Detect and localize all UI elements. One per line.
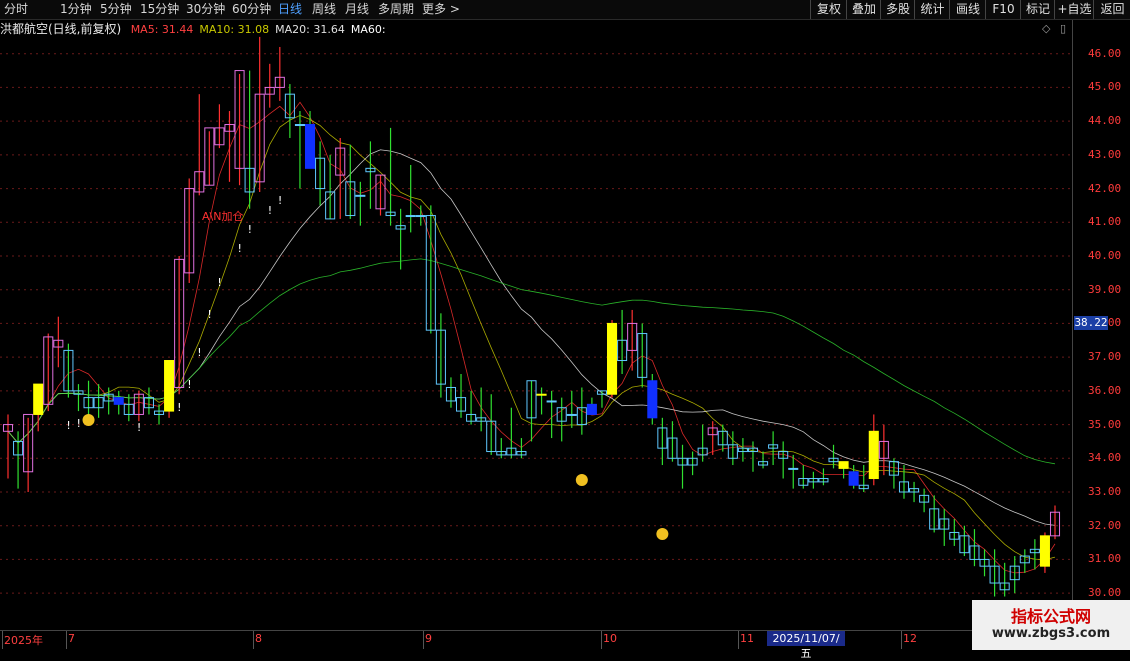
axis-divider xyxy=(1072,20,1073,630)
watermark: 指标公式网 www.zbgs3.com xyxy=(972,600,1130,650)
price-tick-label: 33.00 xyxy=(1088,485,1122,498)
signal-marker: ! xyxy=(268,204,272,217)
period-tab-3[interactable]: 15分钟 xyxy=(140,1,179,18)
period-tab-10[interactable]: 更多 > xyxy=(422,1,460,18)
candle-body xyxy=(838,461,849,469)
price-tick-label: 40.00 xyxy=(1088,249,1122,262)
candle-body xyxy=(294,124,305,127)
toolbar-button-4[interactable]: 画线 xyxy=(949,0,986,19)
period-tab-4[interactable]: 30分钟 xyxy=(186,1,225,18)
period-tab-7[interactable]: 周线 xyxy=(312,1,336,18)
price-tick-label: 37.00 xyxy=(1088,350,1122,364)
time-tick-label: 12 xyxy=(903,632,917,645)
ma-line-5 xyxy=(7,101,1056,574)
period-toolbar: 分时 1分钟 5分钟 15分钟 30分钟 60分钟 日线 周线 月线 多周期 更多 > 复权 叠加 多股统… xyxy=(0,0,1130,20)
price-tick-label: 34.00 xyxy=(1088,451,1122,465)
candlestick-chart: !! !!!!!!!!!! A\N加仓 xyxy=(0,36,1072,597)
current-price-tag: 38.22 xyxy=(1074,316,1108,330)
signal-marker: ! xyxy=(238,242,242,255)
time-axis: 2025年 7 8 9 10 11 12 xyxy=(0,630,1130,651)
candle-body xyxy=(586,403,597,415)
period-tab-9[interactable]: 多周期 xyxy=(378,1,414,18)
price-tick-label: 45.00 xyxy=(1088,80,1122,94)
time-tick-label: 7 xyxy=(68,632,75,645)
toolbar-button-0[interactable]: 复权 xyxy=(810,0,847,19)
price-tick-label: 44.00 xyxy=(1088,114,1122,128)
face-icon xyxy=(656,528,669,540)
signal-marker: ! xyxy=(76,417,80,430)
signal-marker: ! xyxy=(207,308,211,321)
signal-marker: ! xyxy=(137,421,141,434)
time-tick xyxy=(901,631,902,649)
time-tick xyxy=(253,631,254,649)
toolbar-button-3[interactable]: 统计 xyxy=(914,0,950,19)
ma-line-20 xyxy=(7,149,1056,526)
candle-body xyxy=(304,124,316,169)
toolbar-button-5[interactable]: F10 xyxy=(985,0,1021,19)
candle-body xyxy=(566,413,577,416)
candle-body xyxy=(1039,535,1050,567)
candle-body xyxy=(788,467,799,470)
signal-marker: ! xyxy=(187,378,191,391)
time-tick xyxy=(601,631,602,649)
period-tab-2[interactable]: 5分钟 xyxy=(100,1,132,18)
signal-marker: ! xyxy=(197,346,201,359)
price-tick-label: 42.00 xyxy=(1088,181,1122,195)
time-tick-label: 9 xyxy=(425,632,432,645)
watermark-url: www.zbgs3.com xyxy=(991,626,1111,641)
candle-body xyxy=(848,471,859,486)
price-tick-label: 39.00 xyxy=(1088,282,1122,296)
toolbar-button-7[interactable]: +自选 xyxy=(1054,0,1094,19)
toolbar-button-2[interactable]: 多股 xyxy=(880,0,915,19)
watermark-title: 指标公式网 xyxy=(1010,607,1091,626)
toolbar-button-1[interactable]: 叠加 xyxy=(846,0,881,19)
price-tick-label: 31.00 xyxy=(1088,552,1122,566)
signal-marker: ! xyxy=(66,419,70,432)
candle-body xyxy=(607,322,618,395)
cursor-date: 2025/11/07/五 xyxy=(767,631,845,660)
candle-body xyxy=(647,380,658,419)
price-tick-label: 32.00 xyxy=(1088,518,1122,532)
time-tick xyxy=(738,631,739,649)
price-tick-label: 35.00 xyxy=(1088,417,1122,431)
signal-marker: ! xyxy=(248,223,252,236)
time-tick xyxy=(423,631,424,649)
period-tab-5[interactable]: 60分钟 xyxy=(232,1,271,18)
price-tick-label: 46.00 xyxy=(1088,46,1122,60)
candle-body xyxy=(415,215,426,218)
period-tab-8[interactable]: 月线 xyxy=(345,1,369,18)
time-tick-label: 10 xyxy=(603,632,617,645)
time-tick-label: 11 xyxy=(740,632,754,645)
time-tick xyxy=(2,631,3,649)
annotation-label: A\N加仓 xyxy=(202,209,243,223)
price-tick-label: 43.00 xyxy=(1088,147,1122,161)
candle-body xyxy=(33,383,44,415)
ma-line-10 xyxy=(7,114,1056,561)
price-tick-label: 41.00 xyxy=(1088,215,1122,229)
time-tick-label: 2025年 xyxy=(4,634,43,647)
candle-body xyxy=(113,397,124,405)
period-tab-1[interactable]: 1分钟 xyxy=(60,1,92,18)
toolbar-button-6[interactable]: 标记 xyxy=(1020,0,1055,19)
candle-body xyxy=(536,393,547,396)
toolbar-button-8[interactable]: 返回 xyxy=(1093,0,1130,19)
candle-body xyxy=(405,215,416,218)
candle-body xyxy=(355,194,366,197)
signal-marker: ! xyxy=(278,194,282,207)
candle-body xyxy=(164,360,175,412)
face-icon xyxy=(82,414,95,426)
period-tab-6[interactable]: 日线 xyxy=(278,1,302,18)
candle-body xyxy=(868,430,879,480)
time-tick xyxy=(66,631,67,649)
signal-marker: ! xyxy=(177,401,181,414)
candle-body xyxy=(546,400,557,403)
price-tick-label: 36.00 xyxy=(1088,383,1122,397)
price-tick-label: 30.00 xyxy=(1088,586,1122,600)
signal-marker: ! xyxy=(217,276,221,289)
face-icon xyxy=(575,474,588,486)
period-tab-0[interactable]: 分时 xyxy=(4,1,28,18)
time-tick-label: 8 xyxy=(255,632,262,645)
